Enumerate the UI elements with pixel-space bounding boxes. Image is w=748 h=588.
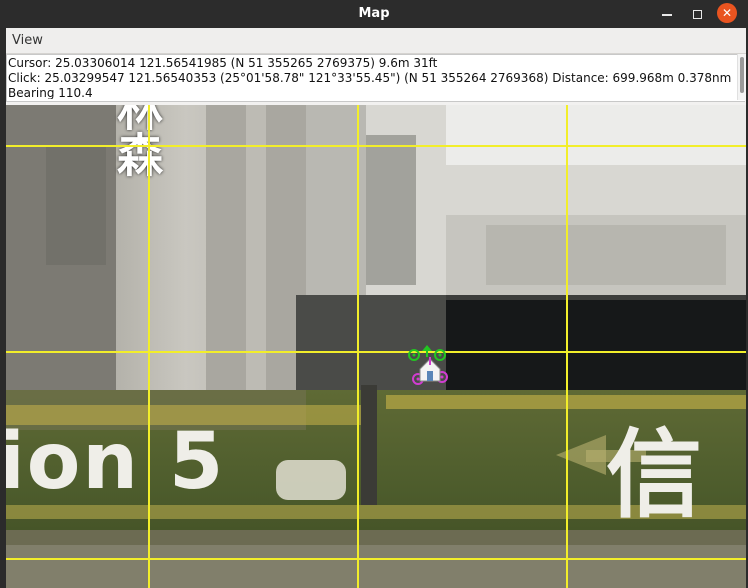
menu-bar: View — [6, 28, 746, 54]
maximize-button[interactable] — [686, 3, 708, 25]
info-scrollbar[interactable] — [737, 54, 746, 100]
close-icon: ✕ — [721, 6, 733, 20]
sign-text-right: 信 — [606, 419, 702, 531]
map-window: View Cursor: 25.03306014 121.56541985 (N… — [6, 28, 746, 588]
bearing-readout: Bearing 110.4 — [8, 86, 93, 99]
window-title: Map — [358, 6, 390, 21]
grid-line-vertical — [148, 105, 150, 588]
grid-line-horizontal — [6, 558, 746, 560]
cursor-readout: Cursor: 25.03306014 121.56541985 (N 51 3… — [8, 56, 438, 70]
grid-line-vertical — [566, 105, 568, 588]
info-panel: Cursor: 25.03306014 121.56541985 (N 51 3… — [6, 54, 745, 102]
minimize-icon — [662, 14, 672, 16]
map-view[interactable]: 林森 ion 5 信 — [6, 105, 746, 588]
title-bar: Map ✕ — [0, 0, 748, 28]
grid-line-horizontal — [6, 351, 746, 353]
sign-text-left: ion 5 — [6, 417, 226, 507]
click-readout: Click: 25.03299547 121.56540353 (25°01'5… — [8, 71, 732, 85]
grid-line-vertical — [357, 105, 359, 588]
maximize-icon — [692, 9, 702, 19]
close-button[interactable]: ✕ — [717, 3, 737, 23]
home-marker-icon[interactable] — [406, 345, 454, 393]
vertical-sign-text: 林森 — [110, 105, 164, 177]
menu-view[interactable]: View — [12, 33, 43, 48]
grid-line-horizontal — [6, 145, 746, 147]
scrollbar-thumb[interactable] — [740, 57, 744, 93]
minimize-button[interactable] — [656, 3, 678, 25]
